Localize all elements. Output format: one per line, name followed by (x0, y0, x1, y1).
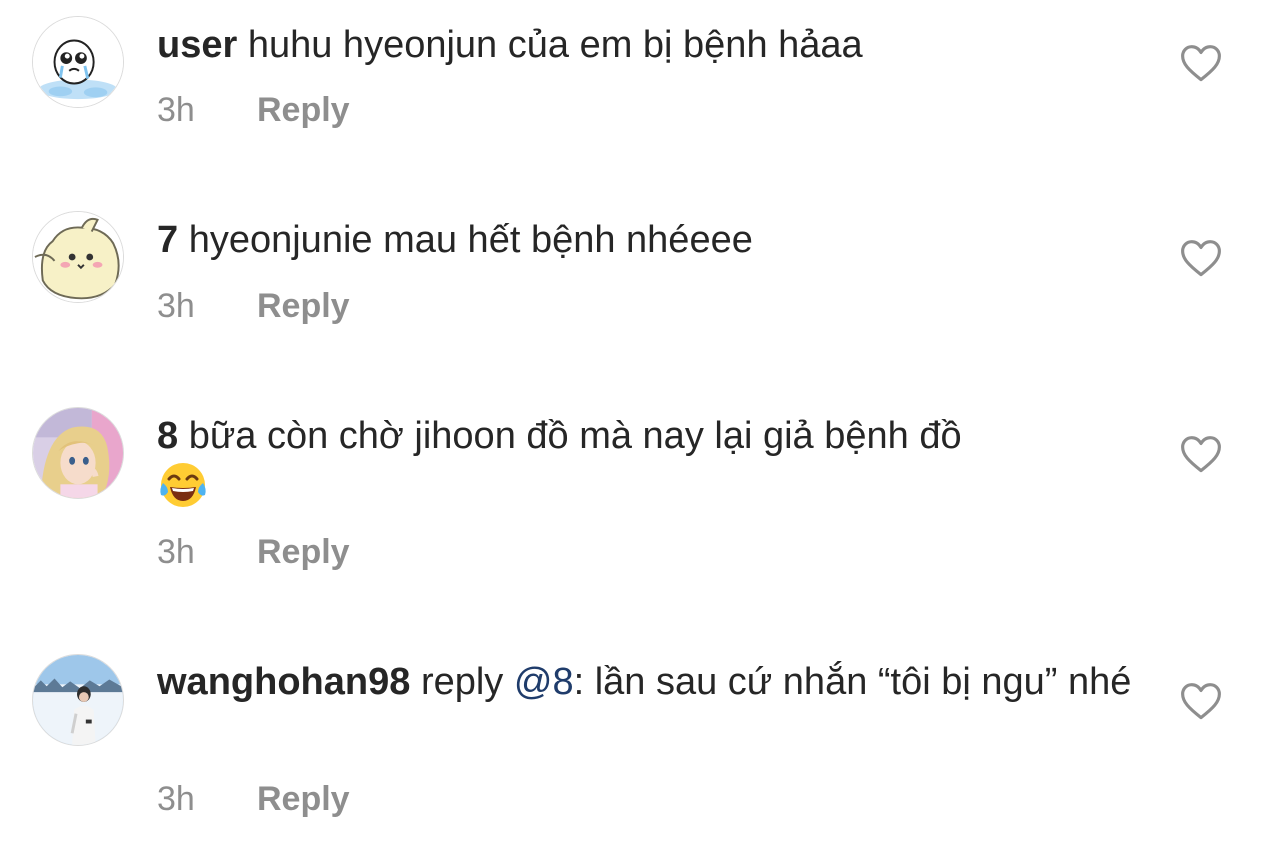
reply-button[interactable]: Reply (257, 287, 350, 325)
avatar[interactable] (32, 16, 124, 108)
comment-meta: 3h Reply (157, 779, 350, 819)
comment-text: wanghohan98 reply @8: lần sau cứ nhắn “t… (157, 657, 1137, 707)
comment-body: huhu hyeonjun của em bị bệnh hảaa (247, 24, 863, 66)
snow-photo-avatar-icon (33, 655, 123, 745)
heart-outline-icon[interactable] (1180, 434, 1222, 474)
comment-text: 8 bữa còn chờ jihoon đồ mà nay lại giả b… (157, 411, 1137, 511)
comment-text: 7 hyeonjunie mau hết bệnh nhéeee (157, 215, 1137, 265)
comment-text: user huhu hyeonjun của em bị bệnh hảaa (157, 20, 1137, 70)
reply-button[interactable]: Reply (257, 533, 350, 571)
comment-time: 3h (157, 91, 195, 129)
comment-username[interactable]: user (157, 24, 237, 66)
crying-cartoon-avatar-icon (33, 17, 123, 107)
avatar[interactable] (32, 211, 124, 303)
heart-outline-icon[interactable] (1180, 681, 1222, 721)
comment-body: bữa còn chờ jihoon đồ mà nay lại giả bện… (188, 415, 962, 457)
emoji-line (157, 461, 1137, 511)
reply-button[interactable]: Reply (257, 780, 350, 818)
comment-meta: 3h Reply (157, 90, 350, 130)
reply-button[interactable]: Reply (257, 91, 350, 129)
comment-username[interactable]: wanghohan98 (157, 661, 410, 703)
comment-body: : lần sau cứ nhắn “tôi bị ngu” nhé (573, 661, 1132, 703)
mention-link[interactable]: @8 (514, 661, 574, 703)
avatar[interactable] (32, 654, 124, 746)
comment-meta: 3h Reply (157, 532, 350, 572)
heart-outline-icon[interactable] (1180, 43, 1222, 83)
comment-username[interactable]: 7 (157, 219, 178, 261)
face-with-tears-of-joy-icon (160, 463, 206, 507)
anime-girl-avatar-icon (33, 408, 123, 498)
comment-time: 3h (157, 287, 195, 325)
comment-username[interactable]: 8 (157, 415, 178, 457)
reply-word: reply (420, 661, 504, 703)
yellow-chiikawa-avatar-icon (33, 212, 123, 302)
comment-time: 3h (157, 533, 195, 571)
comment-time: 3h (157, 780, 195, 818)
avatar[interactable] (32, 407, 124, 499)
heart-outline-icon[interactable] (1180, 238, 1222, 278)
comment-body: hyeonjunie mau hết bệnh nhéeee (188, 219, 753, 261)
comment-meta: 3h Reply (157, 286, 350, 326)
